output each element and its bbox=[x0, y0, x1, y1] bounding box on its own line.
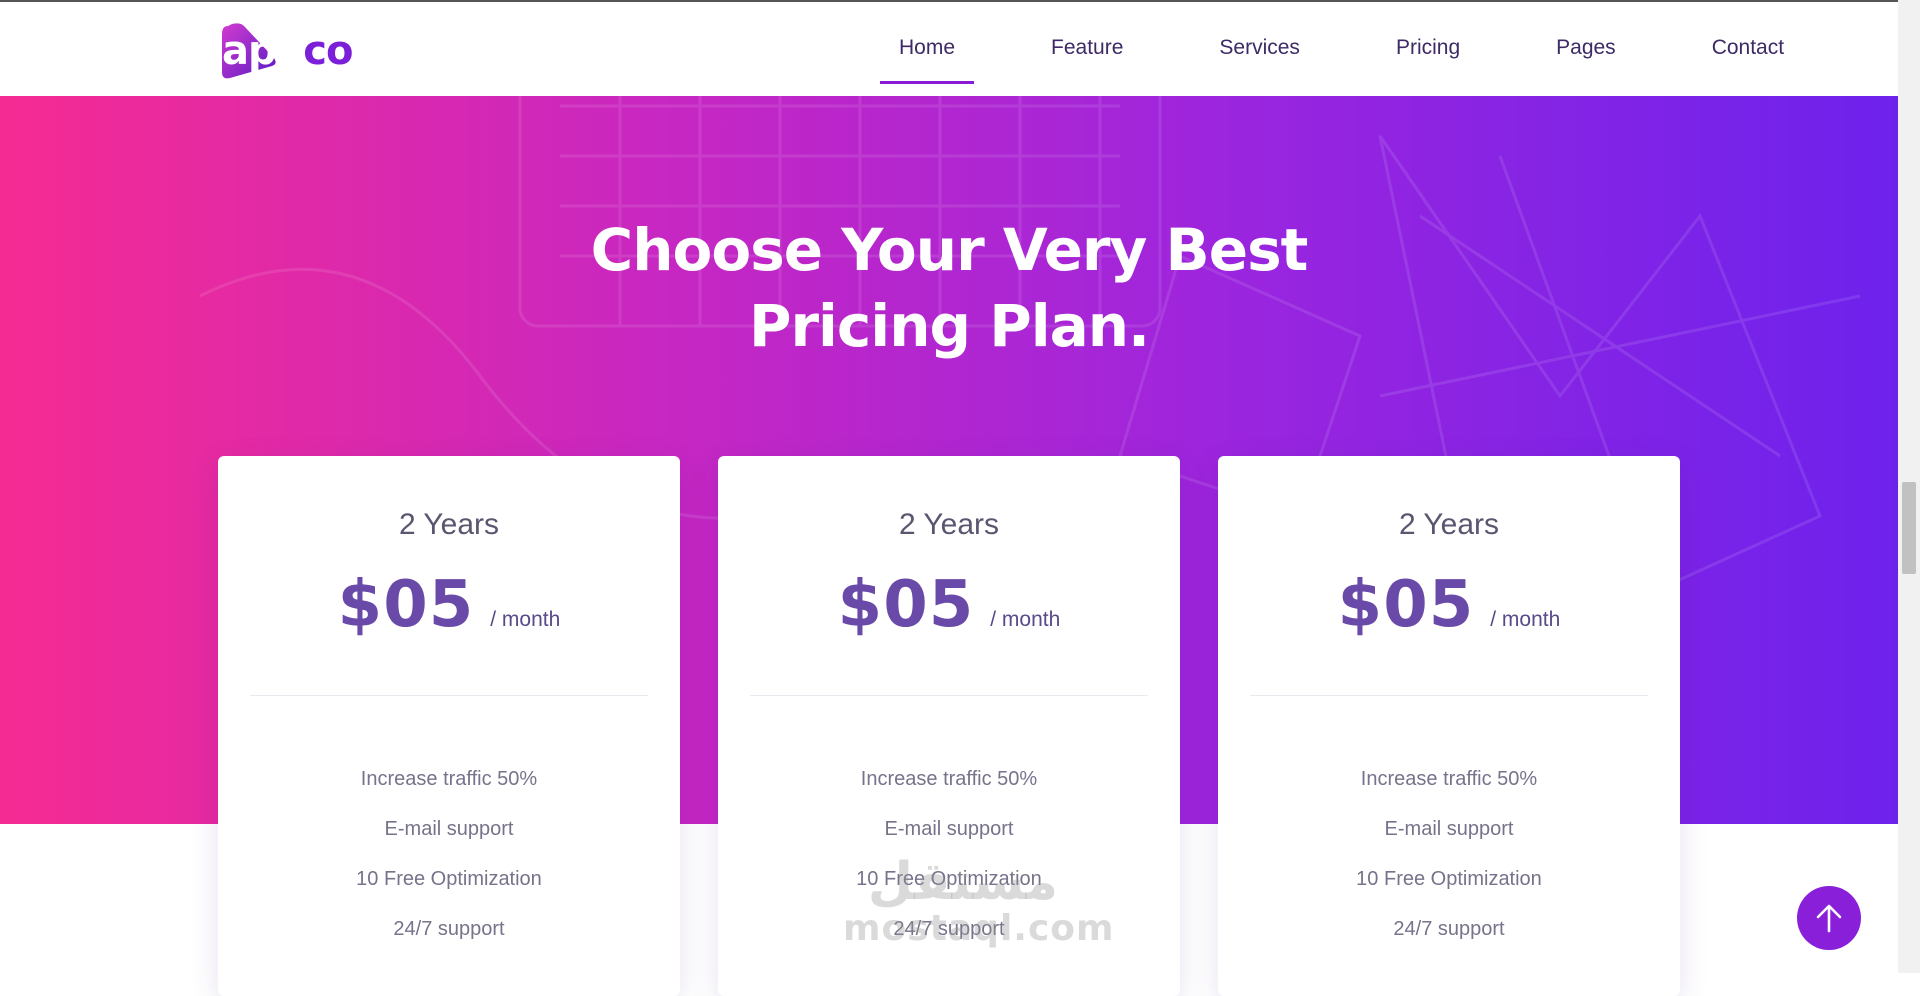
feature-item: E-mail support bbox=[884, 818, 1014, 840]
price-period: / month bbox=[490, 608, 561, 631]
feature-item: E-mail support bbox=[1384, 818, 1514, 840]
feature-item: Increase traffic 50% bbox=[360, 768, 538, 790]
pricing-card: 2 Years $05 / month Increase traffic 50% … bbox=[1218, 456, 1680, 996]
logo-wordmark: appco bbox=[218, 20, 353, 82]
nav-home[interactable]: Home bbox=[880, 2, 975, 98]
price-amount: $05 bbox=[837, 568, 975, 642]
back-to-top-button[interactable] bbox=[1797, 886, 1861, 950]
pricing-card: 2 Years $05 / month Increase traffic 50% … bbox=[218, 456, 680, 996]
nav-pricing[interactable]: Pricing bbox=[1377, 2, 1479, 98]
hero-title-line2: Pricing Plan. bbox=[748, 292, 1150, 360]
plan-term: 2 Years bbox=[1398, 508, 1500, 541]
price-amount: $05 bbox=[337, 568, 475, 642]
card-divider bbox=[750, 695, 1148, 696]
feature-item: 24/7 support bbox=[893, 918, 1005, 940]
plan-price: $05 / month bbox=[718, 568, 1180, 642]
feature-item: 24/7 support bbox=[393, 918, 505, 940]
pricing-card: 2 Years $05 / month Increase traffic 50% … bbox=[718, 456, 1180, 996]
plan-price: $05 / month bbox=[218, 568, 680, 642]
feature-item: 10 Free Optimization bbox=[356, 868, 542, 890]
page-scrollbar[interactable] bbox=[1898, 0, 1920, 973]
feature-item: E-mail support bbox=[384, 818, 514, 840]
plan-term: 2 Years bbox=[898, 508, 1000, 541]
hero-title: Choose Your Very Best Pricing Plan. bbox=[0, 212, 1898, 364]
price-period: / month bbox=[990, 608, 1061, 631]
card-divider bbox=[1250, 695, 1648, 696]
plan-term: 2 Years bbox=[398, 508, 500, 541]
price-amount: $05 bbox=[1337, 568, 1475, 642]
nav-feature[interactable]: Feature bbox=[1032, 2, 1142, 98]
plan-price: $05 / month bbox=[1218, 568, 1680, 642]
plan-features: Increase traffic 50% E-mail support 10 F… bbox=[718, 754, 1180, 954]
feature-item: Increase traffic 50% bbox=[1360, 768, 1538, 790]
price-period: / month bbox=[1490, 608, 1561, 631]
nav-contact[interactable]: Contact bbox=[1693, 2, 1803, 98]
arrow-up-icon bbox=[1816, 904, 1842, 933]
nav-services[interactable]: Services bbox=[1200, 2, 1319, 98]
card-divider bbox=[250, 695, 648, 696]
feature-item: 10 Free Optimization bbox=[856, 868, 1042, 890]
plan-features: Increase traffic 50% E-mail support 10 F… bbox=[218, 754, 680, 954]
hero-title-line1: Choose Your Very Best bbox=[590, 216, 1309, 284]
nav-pages[interactable]: Pages bbox=[1537, 2, 1635, 98]
site-header: appco Home Feature Services Pricing Page… bbox=[0, 0, 1898, 96]
feature-item: 24/7 support bbox=[1393, 918, 1505, 940]
main-nav: Home Feature Services Pricing Pages Cont… bbox=[880, 2, 1861, 98]
scrollbar-thumb[interactable] bbox=[1902, 482, 1916, 574]
feature-item: 10 Free Optimization bbox=[1356, 868, 1542, 890]
logo-part-app: app bbox=[222, 28, 304, 74]
plan-features: Increase traffic 50% E-mail support 10 F… bbox=[1218, 754, 1680, 954]
appco-logo[interactable]: appco bbox=[218, 20, 353, 82]
logo-part-co: co bbox=[303, 28, 353, 74]
feature-item: Increase traffic 50% bbox=[860, 768, 1038, 790]
